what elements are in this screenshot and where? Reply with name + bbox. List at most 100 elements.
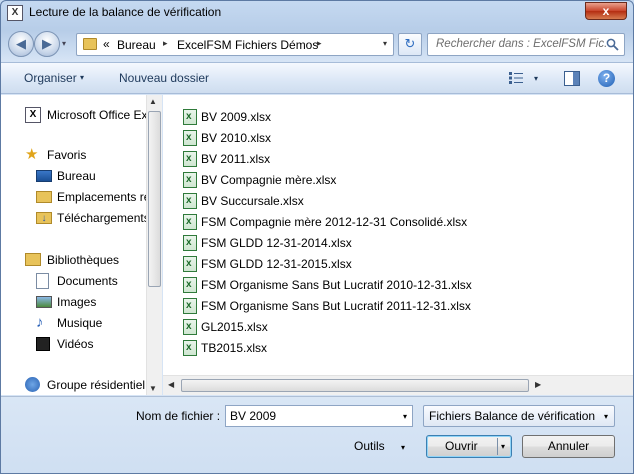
scroll-right-icon[interactable]: ▶: [535, 380, 541, 389]
nav-item-label: Microsoft Office Ex: [47, 108, 148, 122]
file-name: BV 2009.xlsx: [201, 110, 272, 124]
homegroup-icon: [25, 377, 40, 392]
preview-pane-icon[interactable]: [564, 71, 580, 86]
file-name: FSM GLDD 12-31-2015.xlsx: [201, 257, 352, 271]
search-placeholder: Rechercher dans : ExcelFSM Fic...: [436, 38, 606, 50]
breadcrumb-bureau[interactable]: Bureau: [117, 38, 156, 52]
excel-file-icon: [183, 151, 197, 167]
split-divider: [497, 438, 498, 455]
nav-item-label: Musique: [57, 316, 103, 330]
excel-file-icon: [183, 340, 197, 356]
new-folder-button[interactable]: Nouveau dossier: [119, 71, 209, 85]
excel-file-icon: [183, 214, 197, 230]
title-bar: X Lecture de la balance de vérification …: [1, 1, 633, 25]
dialog-footer: Nom de fichier : BV 2009 ▾ Fichiers Bala…: [1, 396, 633, 473]
downloads-icon: ↓: [36, 212, 52, 224]
forward-arrow-icon: ▶: [42, 36, 52, 51]
chevron-down-icon[interactable]: ▾: [401, 443, 405, 452]
folder-icon: [83, 38, 97, 50]
nav-item-label: Vidéos: [57, 337, 94, 351]
file-list-horizontal-scrollbar[interactable]: ◀ ▶: [163, 375, 633, 395]
file-name: TB2015.xlsx: [201, 341, 268, 355]
filetype-select[interactable]: Fichiers Balance de vérification ▾: [423, 405, 615, 427]
chevron-down-icon[interactable]: ▾: [80, 73, 84, 82]
excel-file-icon: [183, 298, 197, 314]
navigation-pane: X Microsoft Office Ex ★ Favoris Bureau E…: [1, 95, 162, 395]
open-button[interactable]: Ouvrir ▾: [426, 435, 512, 458]
excel-file-icon: [183, 319, 197, 335]
file-name: BV 2011.xlsx: [201, 152, 271, 166]
address-row: ◀ ▶ ▾ « Bureau ▸ ExcelFSM Fichiers Démos…: [1, 27, 633, 61]
filetype-value: Fichiers Balance de vérification: [429, 409, 596, 423]
scrollbar-thumb[interactable]: [148, 111, 161, 287]
window-title: Lecture de la balance de vérification: [29, 5, 222, 19]
file-name: FSM Compagnie mère 2012-12-31 Consolidé.…: [201, 215, 468, 229]
scroll-left-icon[interactable]: ◀: [168, 380, 174, 389]
close-button[interactable]: x: [585, 2, 627, 20]
file-open-dialog: X Lecture de la balance de vérification …: [0, 0, 634, 474]
refresh-button[interactable]: ↻: [398, 33, 422, 56]
file-name: GL2015.xlsx: [201, 320, 268, 334]
nav-item-label: Images: [57, 295, 97, 309]
chevron-down-icon[interactable]: ▾: [403, 412, 407, 421]
address-bar[interactable]: « Bureau ▸ ExcelFSM Fichiers Démos ▸ ▾: [76, 33, 394, 56]
filename-label: Nom de fichier :: [136, 409, 221, 423]
navigation-scrollbar[interactable]: ▲ ▼: [146, 95, 162, 395]
nav-item-label: Bibliothèques: [47, 253, 120, 267]
breadcrumb-current-folder[interactable]: ExcelFSM Fichiers Démos: [177, 38, 318, 52]
scroll-up-icon[interactable]: ▲: [149, 97, 157, 106]
help-icon[interactable]: ?: [598, 70, 615, 87]
filename-value[interactable]: BV 2009: [230, 409, 276, 423]
view-options-dropdown[interactable]: ▾: [534, 74, 538, 83]
search-icon[interactable]: [606, 38, 619, 51]
back-arrow-icon: ◀: [16, 36, 26, 51]
command-bar: Organiser ▾ Nouveau dossier ▾ ?: [1, 62, 633, 94]
file-name: FSM Organisme Sans But Lucratif 2010-12-…: [201, 278, 472, 292]
excel-file-icon: [183, 172, 197, 188]
pictures-icon: [36, 296, 52, 308]
excel-file-icon: [183, 256, 197, 272]
forward-button[interactable]: ▶: [34, 31, 60, 57]
tools-button[interactable]: Outils: [354, 439, 385, 457]
back-button[interactable]: ◀: [8, 31, 34, 57]
file-name: BV 2010.xlsx: [201, 131, 272, 145]
excel-file-icon: [183, 130, 197, 146]
nav-item-label: Groupe résidentiel: [47, 378, 146, 392]
cancel-button[interactable]: Annuler: [522, 435, 615, 458]
chevron-down-icon[interactable]: ▾: [604, 412, 608, 421]
file-name: FSM Organisme Sans But Lucratif 2011-12-…: [201, 299, 471, 313]
recent-locations-dropdown[interactable]: ▾: [62, 39, 66, 48]
chevron-down-icon[interactable]: ▾: [501, 436, 505, 457]
videos-icon: [36, 337, 50, 351]
scroll-down-icon[interactable]: ▼: [149, 384, 157, 393]
excel-file-icon: [183, 193, 197, 209]
organise-button[interactable]: Organiser: [24, 71, 77, 85]
breadcrumb-overflow[interactable]: «: [103, 37, 110, 51]
nav-item-label: Favoris: [47, 148, 87, 162]
breadcrumb-separator[interactable]: ▸: [163, 38, 168, 49]
excel-file-icon: [183, 277, 197, 293]
file-list: BV 2009.xlsx BV 2010.xlsx BV 2011.xlsx B…: [163, 95, 633, 395]
refresh-icon: ↻: [404, 36, 416, 51]
search-input[interactable]: Rechercher dans : ExcelFSM Fic...: [427, 33, 625, 56]
desktop-icon: [36, 170, 52, 182]
file-name: BV Compagnie mère.xlsx: [201, 173, 337, 187]
libraries-icon: [25, 253, 41, 266]
file-name: BV Succursale.xlsx: [201, 194, 304, 208]
excel-file-icon: [183, 235, 197, 251]
documents-icon: [36, 273, 49, 289]
filename-combobox[interactable]: BV 2009 ▾: [225, 405, 413, 427]
excel-app-icon: X: [7, 5, 23, 21]
file-name: FSM GLDD 12-31-2014.xlsx: [201, 236, 352, 250]
recent-places-icon: [36, 191, 52, 203]
scrollbar-thumb[interactable]: [181, 379, 529, 392]
change-view-icon[interactable]: [509, 72, 523, 84]
nav-item-label: Téléchargements: [57, 211, 150, 225]
nav-item-label: Emplacements ré: [57, 190, 151, 204]
nav-item-label: Documents: [57, 274, 118, 288]
nav-item-label: Bureau: [57, 169, 96, 183]
address-dropdown[interactable]: ▾: [383, 39, 387, 48]
breadcrumb-separator[interactable]: ▸: [317, 38, 322, 49]
music-icon: ♪: [36, 314, 44, 331]
star-icon: ★: [25, 146, 39, 163]
